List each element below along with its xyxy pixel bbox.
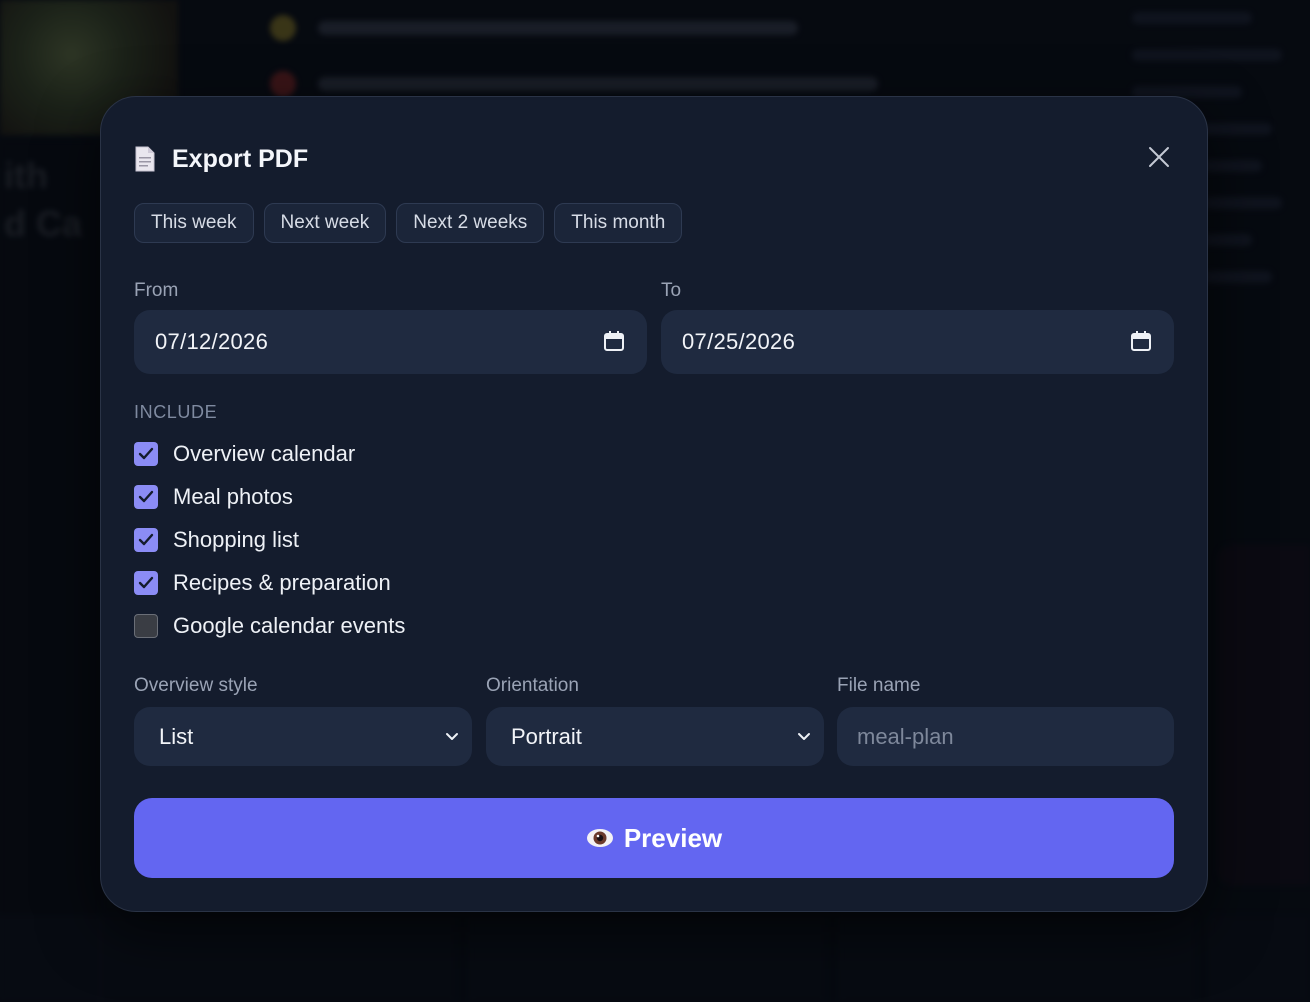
file-name-input[interactable] bbox=[837, 707, 1174, 766]
dialog-header: Export PDF bbox=[135, 143, 308, 175]
overview-style-label: Overview style bbox=[134, 675, 258, 696]
date-presets: This week Next week Next 2 weeks This mo… bbox=[134, 203, 683, 243]
calendar-icon[interactable] bbox=[603, 330, 625, 352]
chevron-down-icon bbox=[798, 733, 810, 740]
checkbox-label: Meal photos bbox=[173, 484, 293, 509]
preset-this-week-button[interactable]: This week bbox=[134, 203, 254, 243]
checkbox-checked[interactable] bbox=[134, 571, 158, 595]
checkbox-label: Overview calendar bbox=[173, 441, 356, 466]
calendar-icon[interactable] bbox=[1130, 330, 1152, 352]
checkbox-label: Recipes & preparation bbox=[173, 570, 391, 595]
checkbox-checked[interactable] bbox=[134, 528, 158, 552]
checkbox-checked[interactable] bbox=[134, 485, 158, 509]
checkmark-icon bbox=[138, 576, 154, 589]
from-date-input[interactable]: 07/12/2026 bbox=[134, 310, 647, 374]
include-shopping-list-option[interactable]: Shopping list bbox=[134, 526, 299, 554]
to-label: To bbox=[661, 280, 682, 301]
from-label: From bbox=[134, 280, 179, 301]
to-date-value: 07/25/2026 bbox=[682, 329, 796, 354]
checkmark-icon bbox=[138, 490, 154, 503]
dialog-title: Export PDF bbox=[172, 144, 309, 173]
checkbox-checked[interactable] bbox=[134, 442, 158, 466]
preset-next-2-weeks-button[interactable]: Next 2 weeks bbox=[396, 203, 545, 243]
include-section-label: INCLUDE bbox=[134, 402, 218, 422]
include-google-calendar-option[interactable]: Google calendar events bbox=[134, 612, 405, 640]
orientation-label: Orientation bbox=[486, 675, 579, 696]
include-meal-photos-option[interactable]: Meal photos bbox=[134, 483, 293, 511]
include-overview-calendar-option[interactable]: Overview calendar bbox=[134, 440, 355, 468]
checkmark-icon bbox=[138, 533, 154, 546]
file-name-label: File name bbox=[837, 675, 921, 696]
preset-this-month-button[interactable]: This month bbox=[554, 203, 683, 243]
eye-icon bbox=[586, 829, 613, 847]
include-recipes-option[interactable]: Recipes & preparation bbox=[134, 569, 391, 597]
from-date-value: 07/12/2026 bbox=[155, 329, 269, 354]
orientation-value: Portrait bbox=[511, 723, 582, 749]
checkmark-icon bbox=[138, 447, 154, 460]
preview-button[interactable]: Preview bbox=[134, 798, 1174, 878]
export-pdf-dialog: Export PDF This week Next week Next 2 we… bbox=[100, 96, 1208, 912]
close-icon[interactable] bbox=[1147, 145, 1171, 169]
overview-style-value: List bbox=[159, 723, 194, 749]
checkbox-label: Shopping list bbox=[173, 527, 299, 552]
overview-style-select[interactable]: List bbox=[134, 707, 472, 766]
checkbox-label: Google calendar events bbox=[173, 613, 406, 638]
chevron-down-icon bbox=[446, 733, 458, 740]
document-icon bbox=[135, 146, 155, 172]
to-date-input[interactable]: 07/25/2026 bbox=[661, 310, 1174, 374]
checkbox-unchecked[interactable] bbox=[134, 614, 158, 638]
orientation-select[interactable]: Portrait bbox=[486, 707, 824, 766]
preset-next-week-button[interactable]: Next week bbox=[263, 203, 387, 243]
preview-button-label: Preview bbox=[623, 822, 723, 853]
